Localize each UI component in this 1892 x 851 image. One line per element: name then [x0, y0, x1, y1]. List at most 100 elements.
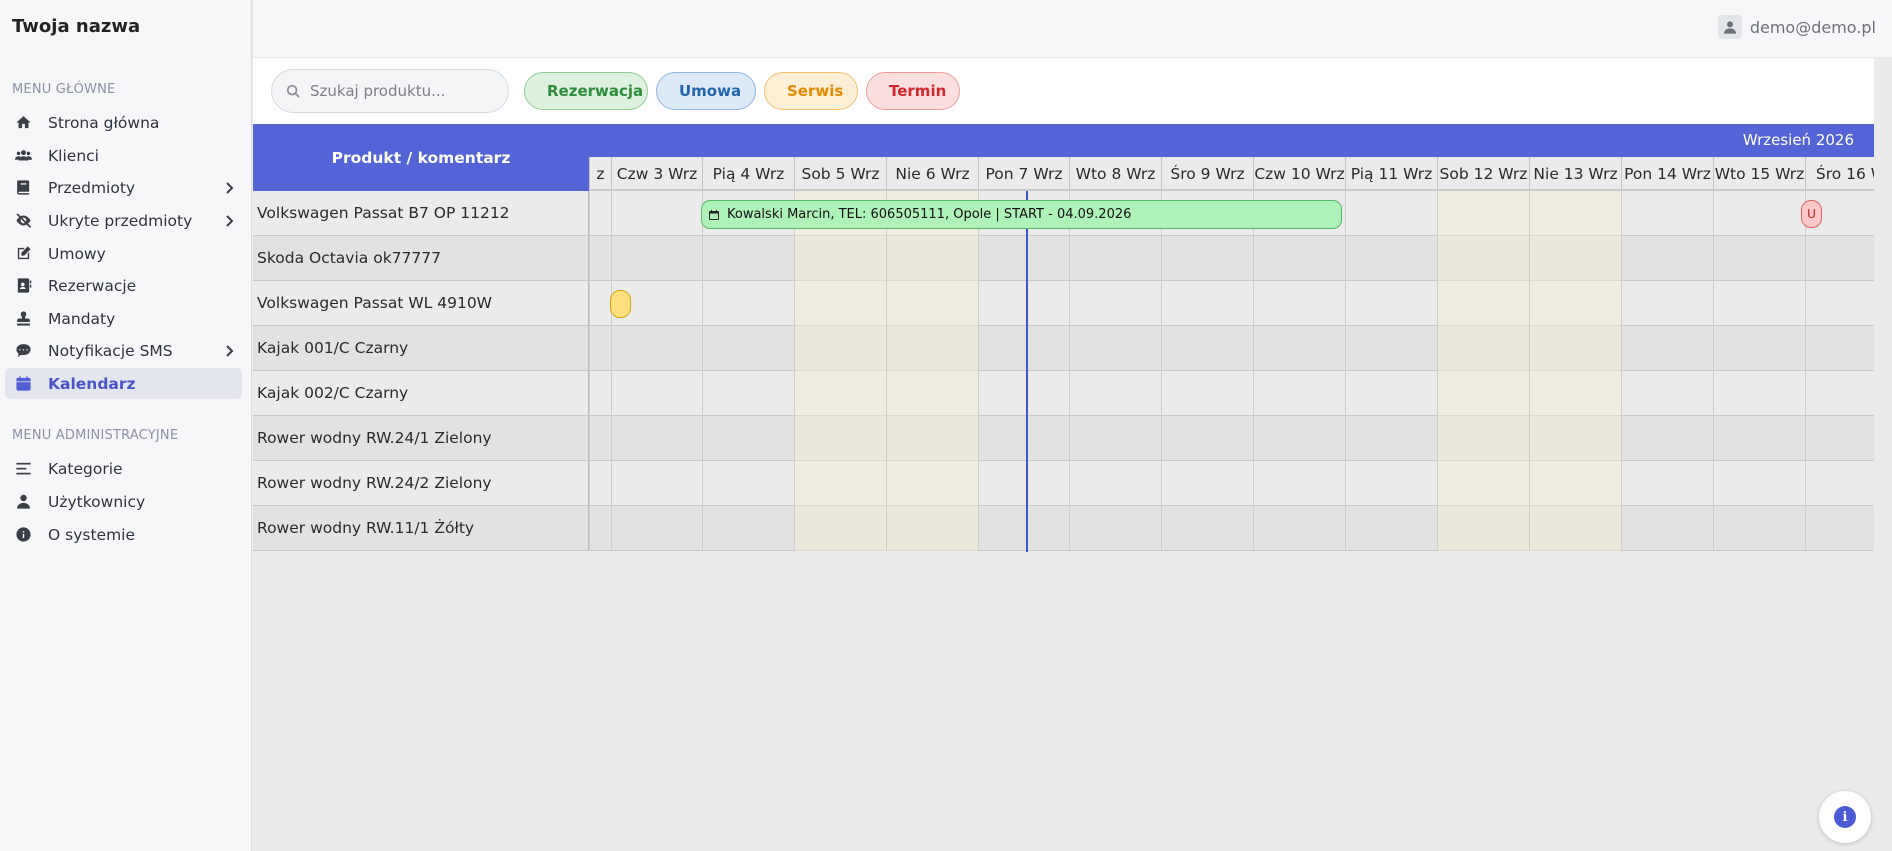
- day-cell[interactable]: [1621, 191, 1713, 236]
- day-cell[interactable]: [1713, 326, 1805, 371]
- day-cell[interactable]: [611, 191, 702, 236]
- day-cell[interactable]: [794, 371, 886, 416]
- day-cell[interactable]: [589, 326, 611, 371]
- day-cell[interactable]: [1529, 461, 1621, 506]
- day-cell[interactable]: [1345, 326, 1437, 371]
- day-cell[interactable]: [1161, 371, 1253, 416]
- day-cell[interactable]: [611, 326, 702, 371]
- day-cell[interactable]: [1345, 461, 1437, 506]
- day-cell[interactable]: [1069, 416, 1161, 461]
- day-cell[interactable]: [1529, 191, 1621, 236]
- day-cell[interactable]: [1621, 236, 1713, 281]
- day-cell[interactable]: [1621, 371, 1713, 416]
- day-cell[interactable]: [1529, 416, 1621, 461]
- day-cell[interactable]: [1437, 281, 1529, 326]
- search-input[interactable]: [310, 82, 500, 100]
- day-cell[interactable]: [611, 461, 702, 506]
- product-name[interactable]: Volkswagen Passat B7 OP 11212: [257, 204, 510, 222]
- day-cell[interactable]: [794, 326, 886, 371]
- day-cell[interactable]: [589, 416, 611, 461]
- day-cell[interactable]: [1529, 236, 1621, 281]
- product-name[interactable]: Kajak 001/C Czarny: [257, 339, 408, 357]
- day-cell[interactable]: [1713, 236, 1805, 281]
- day-cell[interactable]: [702, 416, 794, 461]
- reservation-event[interactable]: Kowalski Marcin, TEL: 606505111, Opole |…: [701, 200, 1342, 229]
- day-cell[interactable]: [589, 461, 611, 506]
- filter-reservation-button[interactable]: Rezerwacja: [524, 72, 648, 110]
- day-cell[interactable]: [1713, 371, 1805, 416]
- day-cell[interactable]: [1345, 371, 1437, 416]
- day-cell[interactable]: [1805, 416, 1892, 461]
- day-cell[interactable]: [1161, 236, 1253, 281]
- day-cell[interactable]: [1713, 191, 1805, 236]
- help-button[interactable]: i: [1819, 791, 1871, 843]
- day-cell[interactable]: [794, 461, 886, 506]
- day-cell[interactable]: [1161, 461, 1253, 506]
- day-cell[interactable]: [1621, 416, 1713, 461]
- day-cell[interactable]: [1345, 416, 1437, 461]
- day-cell[interactable]: [1437, 236, 1529, 281]
- product-name[interactable]: Kajak 002/C Czarny: [257, 384, 408, 402]
- search-box[interactable]: [271, 69, 509, 113]
- sidebar-item-hidden-items[interactable]: Ukryte przedmioty: [5, 205, 242, 236]
- day-cell[interactable]: [886, 461, 978, 506]
- brand-name[interactable]: Twoja nazwa: [12, 16, 140, 37]
- day-cell[interactable]: [611, 506, 702, 551]
- day-cell[interactable]: [1069, 281, 1161, 326]
- day-cell[interactable]: [702, 236, 794, 281]
- day-cell[interactable]: [1069, 326, 1161, 371]
- sidebar-item-items[interactable]: Przedmioty: [5, 172, 242, 203]
- day-cell[interactable]: [1805, 281, 1892, 326]
- product-name[interactable]: Rower wodny RW.11/1 Żółty: [257, 519, 474, 537]
- sidebar-item-fines[interactable]: Mandaty: [5, 303, 242, 334]
- day-cell[interactable]: [1621, 326, 1713, 371]
- sidebar-item-contracts[interactable]: Umowy: [5, 238, 242, 269]
- day-cell[interactable]: [1805, 506, 1892, 551]
- day-cell[interactable]: [1805, 461, 1892, 506]
- day-cell[interactable]: [1437, 326, 1529, 371]
- product-name[interactable]: Rower wodny RW.24/2 Zielony: [257, 474, 492, 492]
- day-cell[interactable]: [886, 416, 978, 461]
- product-name[interactable]: Rower wodny RW.24/1 Zielony: [257, 429, 492, 447]
- day-cell[interactable]: [794, 416, 886, 461]
- day-cell[interactable]: [886, 371, 978, 416]
- day-cell[interactable]: [794, 506, 886, 551]
- day-cell[interactable]: [1253, 281, 1345, 326]
- day-cell[interactable]: [1621, 281, 1713, 326]
- day-cell[interactable]: [978, 236, 1069, 281]
- day-cell[interactable]: [1253, 326, 1345, 371]
- sidebar-item-sms[interactable]: Notyfikacje SMS: [5, 335, 242, 366]
- day-cell[interactable]: [978, 281, 1069, 326]
- sidebar-item-about[interactable]: O systemie: [5, 519, 242, 550]
- day-cell[interactable]: [589, 371, 611, 416]
- day-cell[interactable]: [1161, 416, 1253, 461]
- day-cell[interactable]: [794, 236, 886, 281]
- day-cell[interactable]: [1805, 326, 1892, 371]
- service-event-marker[interactable]: [610, 290, 631, 318]
- day-cell[interactable]: [1069, 506, 1161, 551]
- filter-deadline-button[interactable]: Termin: [866, 72, 960, 110]
- contract-event-marker[interactable]: U: [1801, 200, 1822, 228]
- product-name[interactable]: Volkswagen Passat WL 4910W: [257, 294, 492, 312]
- day-cell[interactable]: [611, 371, 702, 416]
- day-cell[interactable]: [886, 281, 978, 326]
- day-cell[interactable]: [978, 416, 1069, 461]
- filter-service-button[interactable]: Serwis: [764, 72, 858, 110]
- day-cell[interactable]: [1529, 506, 1621, 551]
- day-cell[interactable]: [1069, 236, 1161, 281]
- day-cell[interactable]: [1253, 506, 1345, 551]
- day-cell[interactable]: [702, 281, 794, 326]
- day-cell[interactable]: [589, 506, 611, 551]
- day-cell[interactable]: [1345, 281, 1437, 326]
- day-cell[interactable]: [1713, 506, 1805, 551]
- day-cell[interactable]: [978, 461, 1069, 506]
- day-cell[interactable]: [1345, 506, 1437, 551]
- day-cell[interactable]: [978, 326, 1069, 371]
- day-cell[interactable]: [886, 236, 978, 281]
- day-cell[interactable]: [702, 506, 794, 551]
- day-cell[interactable]: [1529, 281, 1621, 326]
- day-cell[interactable]: [1345, 236, 1437, 281]
- day-cell[interactable]: [1069, 371, 1161, 416]
- day-cell[interactable]: [886, 506, 978, 551]
- day-cell[interactable]: [1713, 461, 1805, 506]
